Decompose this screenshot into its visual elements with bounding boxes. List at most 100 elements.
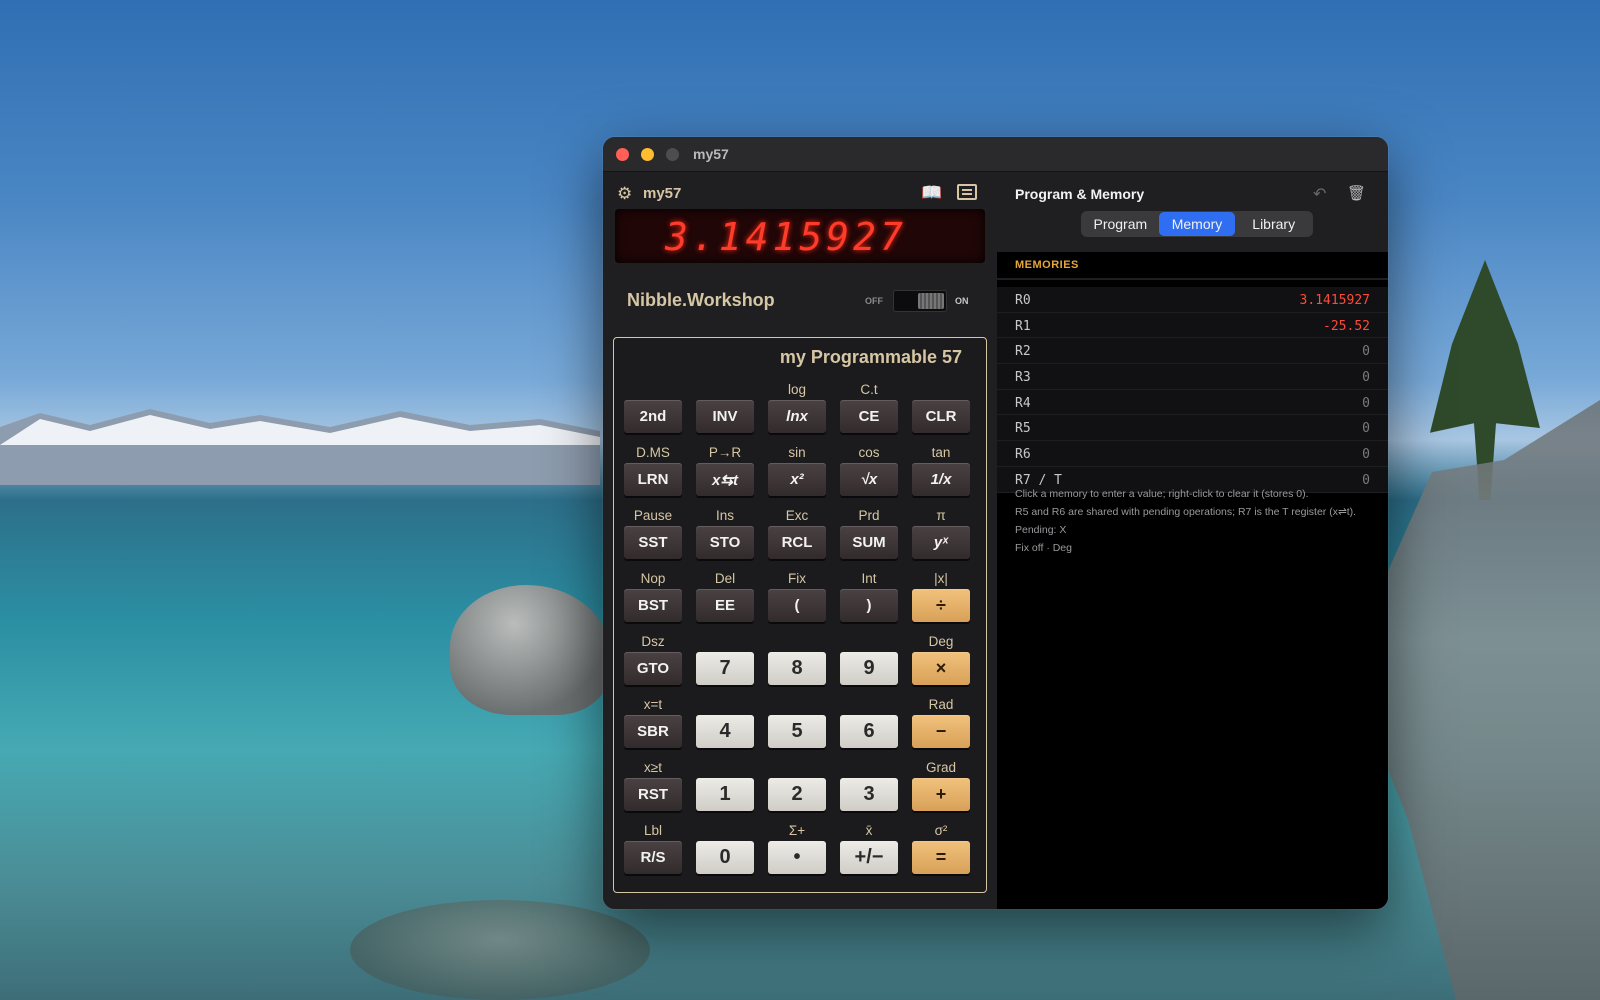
key-button[interactable]: 1 (696, 778, 754, 811)
memory-value: 0 (1362, 344, 1370, 360)
tab-library[interactable]: Library (1235, 212, 1312, 236)
key-alt-label: Pause (633, 508, 673, 523)
key-alt-label: Dsz (641, 634, 665, 649)
key-button[interactable]: + (912, 778, 970, 811)
key-cell: cos √x (840, 445, 898, 501)
led-display: 3.1415927 (615, 209, 985, 263)
tab-program[interactable]: Program (1082, 212, 1159, 236)
minimize-button[interactable] (641, 148, 654, 161)
memory-row[interactable]: R1 -25.52 (997, 312, 1388, 339)
key-alt-label: D.MS (636, 445, 670, 460)
memory-row[interactable]: R4 0 (997, 389, 1388, 416)
gear-icon[interactable]: ⚙ (617, 184, 632, 204)
key-button[interactable]: 3 (840, 778, 898, 811)
key-button[interactable]: yˣ (912, 526, 970, 559)
key-button[interactable]: ) (840, 589, 898, 622)
switch-knob[interactable] (918, 293, 944, 309)
tab-memory[interactable]: Memory (1158, 212, 1236, 236)
key-button[interactable]: 8 (768, 652, 826, 685)
key-alt-label: Fix (788, 571, 806, 586)
key-alt-label: Rad (928, 697, 954, 712)
keypad: my Programmable 57 2nd INV log lnx C.t CE CLR D… (613, 337, 987, 893)
note-line: Click a memory to enter a value; right-c… (1015, 488, 1309, 500)
key-cell: 2 (768, 760, 826, 816)
memory-name: R3 (1015, 370, 1031, 386)
key-button[interactable]: × (912, 652, 970, 685)
key-alt-label: π (936, 508, 946, 523)
memory-row[interactable]: R3 0 (997, 364, 1388, 390)
memory-row[interactable]: R0 3.1415927 (997, 287, 1388, 313)
key-button[interactable]: 1/x (912, 463, 970, 496)
key-button[interactable]: 0 (696, 841, 754, 874)
key-button[interactable]: = (912, 841, 970, 874)
key-button[interactable]: CE (840, 400, 898, 433)
key-cell: Fix ( (768, 571, 826, 627)
key-cell: Lbl R/S (624, 823, 682, 879)
key-alt-label: Exc (785, 508, 809, 523)
key-button[interactable]: 2 (768, 778, 826, 811)
key-button[interactable]: RST (624, 778, 682, 811)
book-icon[interactable]: 📖 (921, 183, 942, 203)
key-button[interactable]: • (768, 841, 826, 874)
key-cell: Del EE (696, 571, 754, 627)
key-cell: Σ+ • (768, 823, 826, 879)
key-button[interactable]: RCL (768, 526, 826, 559)
key-alt-label: Int (861, 571, 877, 586)
key-button[interactable]: 6 (840, 715, 898, 748)
key-button[interactable]: SUM (840, 526, 898, 559)
key-button[interactable]: LRN (624, 463, 682, 496)
key-cell: 8 (768, 634, 826, 690)
list-icon[interactable] (957, 184, 977, 200)
memory-value: 0 (1362, 472, 1370, 488)
key-button[interactable]: x⇆t (696, 463, 754, 496)
memory-row[interactable]: R5 0 (997, 415, 1388, 442)
key-button[interactable]: 9 (840, 652, 898, 685)
memory-value: 0 (1362, 421, 1370, 437)
panel-title: Program & Memory (1015, 186, 1145, 202)
memory-row[interactable]: R6 0 (997, 441, 1388, 467)
key-button[interactable]: ( (768, 589, 826, 622)
background-rocks (1372, 400, 1600, 1000)
close-button[interactable] (616, 148, 629, 161)
key-button[interactable]: 4 (696, 715, 754, 748)
key-button[interactable]: CLR (912, 400, 970, 433)
key-cell: Pause SST (624, 508, 682, 564)
key-button[interactable]: INV (696, 400, 754, 433)
key-button[interactable]: R/S (624, 841, 682, 874)
switch-off-label: OFF (865, 296, 883, 306)
trash-icon[interactable]: 🗑 (1347, 184, 1366, 202)
key-alt-label: log (787, 382, 806, 397)
key-button[interactable]: GTO (624, 652, 682, 685)
key-button[interactable]: 7 (696, 652, 754, 685)
key-button[interactable]: − (912, 715, 970, 748)
key-button[interactable]: SST (624, 526, 682, 559)
key-cell: 3 (840, 760, 898, 816)
memory-row[interactable]: R2 0 (997, 338, 1388, 365)
key-cell: Exc RCL (768, 508, 826, 564)
key-button[interactable]: √x (840, 463, 898, 496)
key-button[interactable]: lnx (768, 400, 826, 433)
key-cell: Grad + (912, 760, 970, 816)
key-button[interactable]: x² (768, 463, 826, 496)
undo-icon[interactable]: ↶ (1313, 184, 1326, 204)
key-button[interactable]: SBR (624, 715, 682, 748)
power-switch[interactable] (893, 290, 947, 312)
key-cell: |x| ÷ (912, 571, 970, 627)
zoom-button[interactable] (666, 148, 679, 161)
key-button[interactable]: +/− (840, 841, 898, 874)
key-alt-label: Prd (858, 508, 880, 523)
key-cell: x̄ +/− (840, 823, 898, 879)
key-button[interactable]: 2nd (624, 400, 682, 433)
key-button[interactable]: STO (696, 526, 754, 559)
note-line: R5 and R6 are shared with pending operat… (1015, 506, 1357, 518)
title-bar[interactable]: my57 (603, 137, 1388, 172)
key-cell: x≥t RST (624, 760, 682, 816)
key-button[interactable]: EE (696, 589, 754, 622)
key-button[interactable]: BST (624, 589, 682, 622)
key-button[interactable]: ÷ (912, 589, 970, 622)
key-cell: log lnx (768, 382, 826, 438)
keypad-title: my Programmable 57 (779, 347, 962, 367)
key-alt-label: Nop (640, 571, 666, 586)
app-window: my57 ⚙ my57 📖 3.1415927 Nibble.Workshop … (603, 137, 1388, 909)
key-button[interactable]: 5 (768, 715, 826, 748)
